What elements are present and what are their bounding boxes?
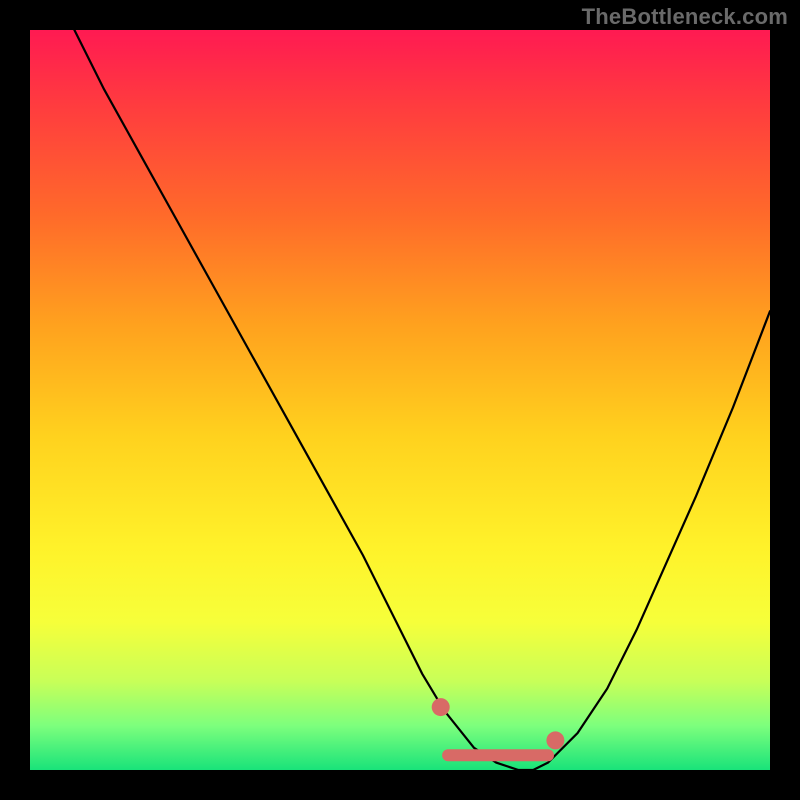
marker-left-dot [432,698,450,716]
bottleneck-chart [0,0,800,800]
chart-stage: TheBottleneck.com [0,0,800,800]
attribution-label: TheBottleneck.com [582,4,788,30]
marker-right-dot [546,731,564,749]
plot-background [30,30,770,770]
